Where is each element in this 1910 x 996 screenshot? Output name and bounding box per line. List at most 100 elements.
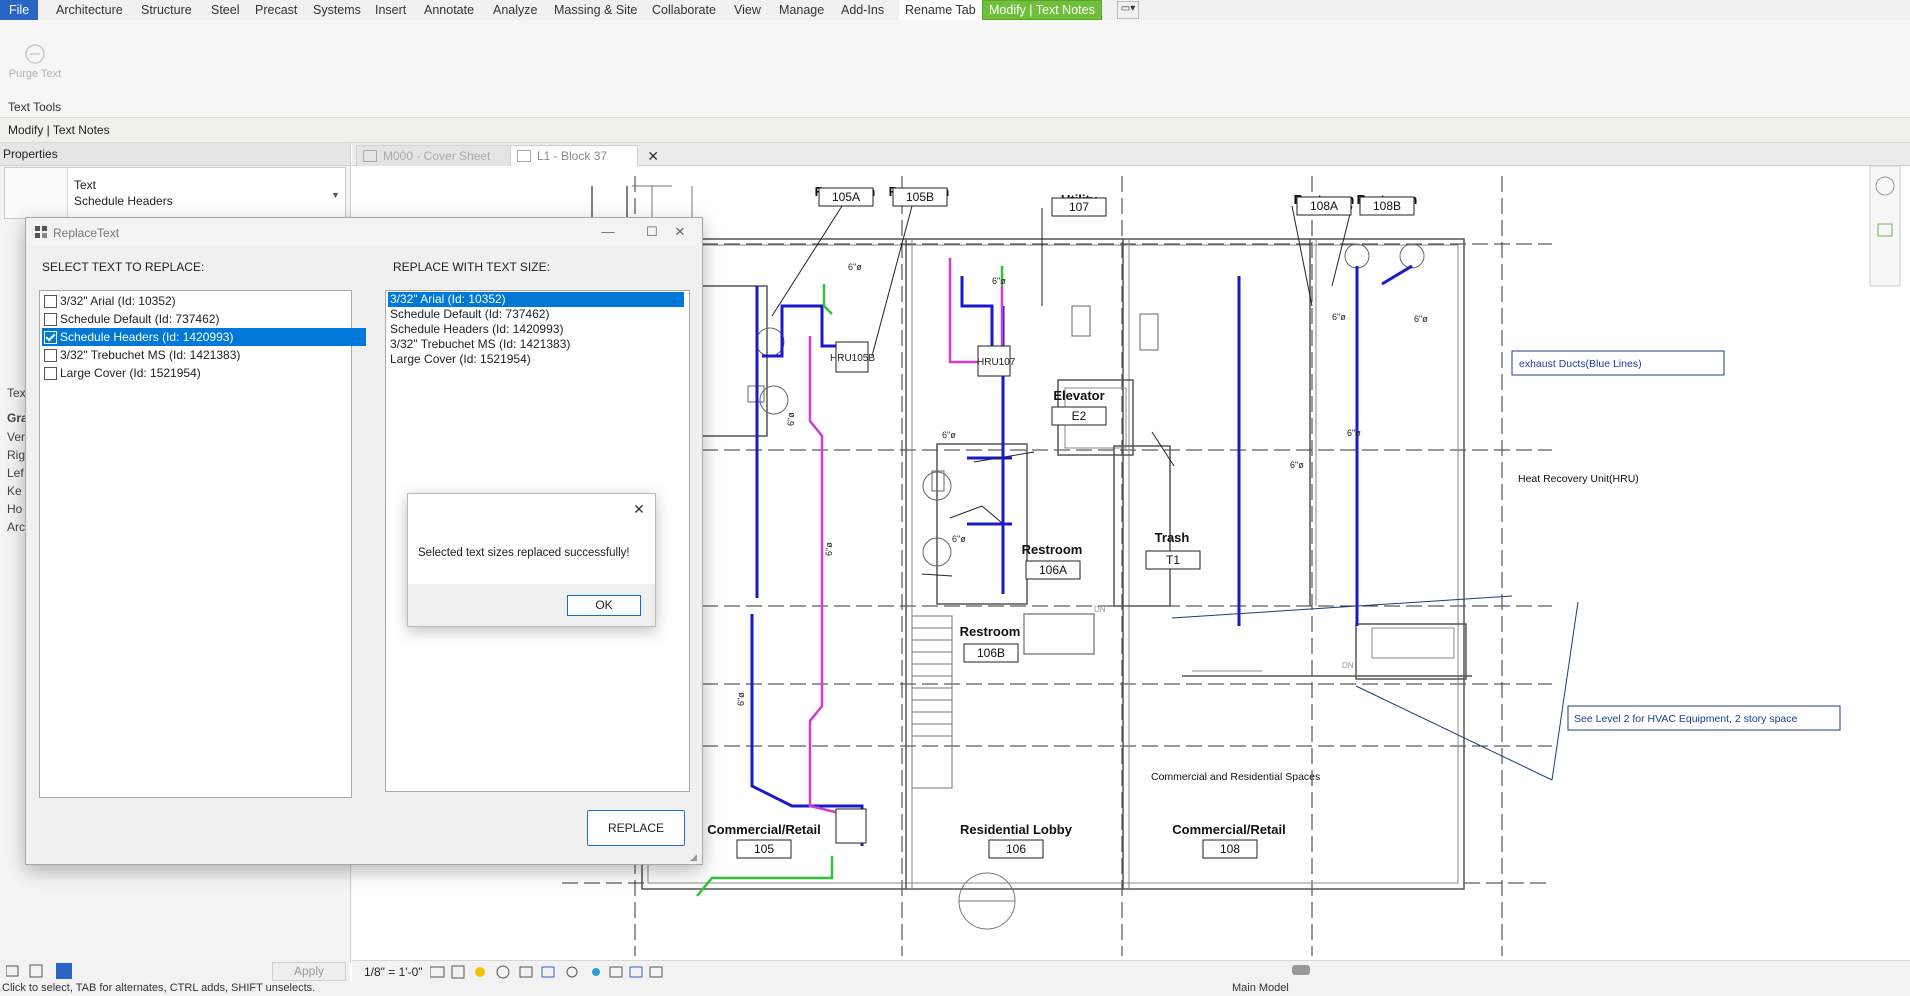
text-size-item[interactable]: 3/32" Arial (Id: 10352) [388,292,684,307]
text-note[interactable]: Commercial and Residential Spaces [1151,771,1320,783]
checkbox[interactable] [44,367,57,380]
room-name: Residential Lobby [960,822,1073,837]
prop-row: Arc [7,520,25,534]
item-label: Schedule Headers (Id: 1420993) [60,330,234,344]
text-type-item[interactable]: 3/32" Arial (Id: 10352) [42,292,366,310]
room-name: Commercial/Retail [1172,822,1285,837]
type-family: Text [74,178,97,192]
text-type-item[interactable]: Large Cover (Id: 1521954) [42,364,366,382]
horizontal-scrollbar-thumb[interactable] [1292,965,1310,975]
view-tab-l1-block-37[interactable]: L1 - Block 37 ✕ [510,145,659,166]
stair-label: DN [1094,605,1106,614]
text-type-checklist[interactable]: 3/32" Arial (Id: 10352) Schedule Default… [39,290,366,798]
tab-rename-tab[interactable]: Rename Tab [899,0,982,21]
view-tab-cover-sheet[interactable]: M000 - Cover Sheet [356,145,520,166]
ribbon-tab-bar: File Architecture Structure Steel Precas… [0,0,1910,21]
text-size-item[interactable]: Schedule Default (Id: 737462) [388,307,684,322]
text-note[interactable]: See Level 2 for HVAC Equipment, 2 story … [1574,713,1797,725]
room-number: 108 [1220,842,1240,856]
message-content-area: ✕ Selected text sizes replaced successfu… [408,494,655,584]
tab-structure[interactable]: Structure [135,0,198,20]
tab-modify-text-notes[interactable]: Modify | Text Notes [982,0,1102,20]
panel-switch-icon[interactable]: ▭▾ [1117,1,1139,19]
tab-massing-site[interactable]: Massing & Site [548,0,643,20]
close-icon[interactable]: ✕ [660,220,700,244]
close-icon[interactable]: ✕ [630,500,648,518]
prop-row: Lef [7,466,24,480]
tab-systems[interactable]: Systems [307,0,367,20]
status-bar: Click to select, TAB for alternates, CTR… [0,982,1910,996]
duct-size-label: 6"ø [736,692,746,706]
text-type-item[interactable]: Schedule Headers (Id: 1420993) [42,328,366,346]
text-size-item[interactable]: 3/32" Trebuchet MS (Id: 1421383) [388,337,684,352]
checkbox[interactable] [44,349,57,362]
tab-insert[interactable]: Insert [369,0,412,20]
checkbox[interactable] [44,313,57,326]
view-tab-label: M000 - Cover Sheet [383,149,491,163]
minimize-icon[interactable]: — [588,220,628,244]
modify-context-label: Modify | Text Notes [8,123,110,137]
apply-button[interactable]: Apply [272,962,346,981]
active-model[interactable]: Main Model [1232,982,1289,994]
text-note[interactable]: exhaust Ducts(Blue Lines) [1519,358,1642,370]
tab-analyze[interactable]: Analyze [487,0,543,20]
item-label: Schedule Default (Id: 737462) [60,312,220,326]
hru-box [835,808,867,844]
text-size-item[interactable]: Large Cover (Id: 1521954) [388,352,684,367]
properties-title: Properties [3,147,58,161]
item-label: Large Cover (Id: 1521954) [60,366,201,380]
tab-annotate[interactable]: Annotate [418,0,480,20]
tab-architecture[interactable]: Architecture [50,0,129,20]
tab-precast[interactable]: Precast [249,0,303,20]
purge-text-button[interactable]: Purge Text [4,38,66,100]
properties-footer: Apply [0,960,350,982]
tab-file[interactable]: File [0,0,39,20]
text-size-item[interactable]: Schedule Headers (Id: 1420993) [388,322,684,337]
dialog-title-bar[interactable]: ReplaceText — ☐ ✕ [26,218,702,246]
room-number: 106 [1006,842,1026,856]
text-note[interactable]: Heat Recovery Unit(HRU) [1518,473,1639,485]
hru-tag: HRU107 [977,357,1016,368]
modify-context-bar: Modify | Text Notes [0,118,1910,143]
navigation-bar [1869,165,1901,287]
duct-size-label: 6"ø [1347,428,1361,438]
sort-icons [6,963,72,979]
item-label: 3/32" Arial (Id: 10352) [60,294,176,308]
tab-manage[interactable]: Manage [773,0,830,20]
plan-icon [517,150,531,162]
view-scale[interactable]: 1/8" = 1'-0" [364,965,423,979]
tab-add-ins[interactable]: Add-Ins [835,0,890,20]
view-tab-bar: M000 - Cover Sheet L1 - Block 37 ✕ [352,143,1910,166]
tab-view[interactable]: View [728,0,767,20]
text-type-item[interactable]: Schedule Default (Id: 737462) [42,310,366,328]
prop-row: Ho [7,502,23,516]
duct-size-label: 6"ø [992,276,1006,286]
replace-size-label: REPLACE WITH TEXT SIZE: [393,260,550,274]
room-number: 108A [1310,199,1338,213]
close-icon[interactable]: ✕ [647,146,659,166]
room-name: Trash [1155,530,1190,545]
view-control-icons[interactable] [430,964,720,980]
room-name: Restroom [1022,542,1083,557]
tab-collaborate[interactable]: Collaborate [646,0,722,20]
app-icon [35,226,47,238]
supply-duct [808,336,853,818]
chevron-down-icon[interactable]: ▼ [331,190,340,200]
duct-size-label: 6"ø [786,412,796,426]
ok-button[interactable]: OK [567,595,641,616]
duct-size-label: 6"ø [1290,460,1304,470]
checkbox[interactable] [44,295,57,308]
view-tab-label: L1 - Block 37 [537,149,608,163]
checkbox[interactable] [44,331,57,344]
type-selector[interactable]: Text Schedule Headers ▼ [4,167,346,219]
type-name: Schedule Headers [74,194,173,208]
room-name: Elevator [1053,388,1104,403]
duct-size-label: 6"ø [848,262,862,272]
tab-steel[interactable]: Steel [205,0,246,20]
resize-grip-icon[interactable]: ◢ [690,852,697,863]
room-number: 105B [906,190,934,204]
hru-tag: HRU105B [830,353,875,364]
text-type-item[interactable]: 3/32" Trebuchet MS (Id: 1421383) [42,346,366,364]
room-number: 108B [1373,199,1401,213]
replace-button[interactable]: REPLACE [587,810,685,846]
